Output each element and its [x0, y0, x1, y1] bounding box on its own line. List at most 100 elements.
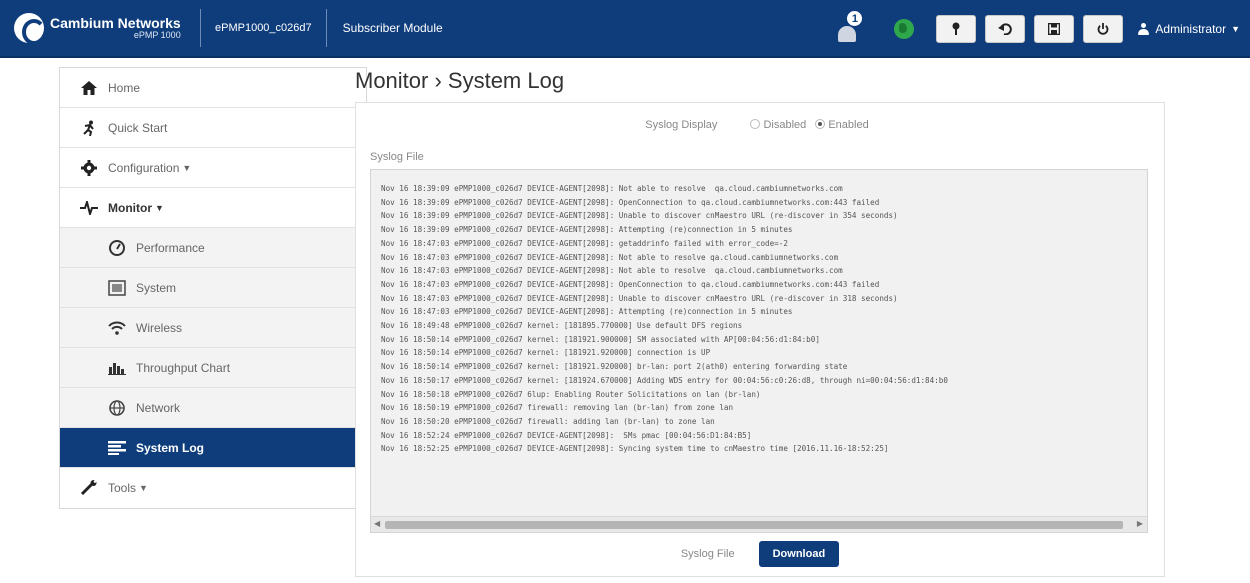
sidebar-item-home[interactable]: Home — [60, 68, 366, 108]
syslog-line: Nov 16 18:52:24 ePMP1000_c026d7 DEVICE-A… — [381, 430, 752, 440]
pulse-icon — [80, 199, 98, 217]
download-label: Syslog File — [680, 548, 735, 560]
network-icon — [108, 399, 126, 417]
chevron-down-icon: ▼ — [139, 483, 148, 493]
sidebar: Home Quick Start Configuration ▼ Monitor ▼… — [59, 67, 367, 509]
sidebar-item-monitor[interactable]: Monitor ▼ — [60, 188, 366, 228]
scroll-right-icon[interactable]: ▶ — [1137, 519, 1143, 528]
syslog-lines: Nov 16 18:39:09 ePMP1000_c026d7 DEVICE-A… — [381, 182, 948, 456]
radio-disabled-label[interactable]: Disabled — [763, 119, 806, 131]
alert-count-badge: 1 — [846, 10, 864, 27]
syslog-textarea[interactable]: Nov 16 18:39:09 ePMP1000_c026d7 DEVICE-A… — [370, 169, 1148, 533]
radio-disabled[interactable] — [750, 119, 761, 129]
bar-chart-icon — [108, 359, 126, 377]
sidebar-item-label: Monitor — [108, 200, 152, 215]
scrollbar-thumb[interactable] — [385, 521, 1123, 529]
syslog-line: Nov 16 18:50:14 ePMP1000_c026d7 kernel: … — [381, 334, 820, 344]
sidebar-item-performance[interactable]: Performance — [60, 228, 366, 268]
syslog-panel: Syslog Display Disabled Enabled Syslog F… — [355, 102, 1165, 577]
top-bar: Cambium Networks ePMP 1000 ePMP1000_c026… — [0, 0, 1250, 58]
syslog-line: Nov 16 18:52:25 ePMP1000_c026d7 DEVICE-A… — [381, 444, 889, 454]
syslog-line: Nov 16 18:47:03 ePMP1000_c026d7 DEVICE-A… — [381, 293, 898, 303]
syslog-line: Nov 16 18:39:09 ePMP1000_c026d7 DEVICE-A… — [381, 197, 880, 207]
wrench-icon — [80, 479, 98, 497]
chevron-down-icon: ▼ — [155, 202, 164, 213]
syslog-line: Nov 16 18:39:09 ePMP1000_c026d7 DEVICE-A… — [381, 225, 793, 235]
sidebar-item-system[interactable]: System — [60, 268, 366, 308]
chevron-down-icon: ▼ — [1231, 24, 1240, 34]
user-icon — [1138, 23, 1150, 35]
syslog-line: Nov 16 18:50:20 ePMP1000_c026d7 firewall… — [381, 416, 715, 426]
brand-name: Cambium Networks — [50, 14, 181, 31]
gear-icon — [80, 159, 98, 177]
syslog-line: Nov 16 18:39:09 ePMP1000_c026d7 DEVICE-A… — [381, 211, 898, 221]
sidebar-item-wireless[interactable]: Wireless — [60, 308, 366, 348]
radio-enabled-label[interactable]: Enabled — [828, 119, 868, 131]
gauge-icon — [108, 239, 126, 257]
syslog-line: Nov 16 18:50:14 ePMP1000_c026d7 kernel: … — [381, 348, 711, 358]
sidebar-item-network[interactable]: Network — [60, 388, 366, 428]
pin-icon — [952, 22, 960, 35]
horizontal-scrollbar[interactable]: ◀ ▶ — [371, 516, 1147, 532]
sidebar-item-label: Network — [136, 400, 181, 415]
page-title: Monitor › System Log — [355, 68, 565, 93]
sidebar-item-label: Wireless — [136, 320, 183, 335]
syslog-line: Nov 16 18:50:17 ePMP1000_c026d7 kernel: … — [381, 375, 948, 385]
syslog-line: Nov 16 18:50:14 ePMP1000_c026d7 kernel: … — [381, 362, 848, 372]
sidebar-item-label: Configuration — [108, 160, 180, 175]
save-button[interactable] — [1034, 15, 1075, 43]
sidebar-item-label: System Log — [136, 440, 205, 455]
device-name: ePMP1000_c026d7 — [215, 22, 312, 34]
syslog-line: Nov 16 18:47:03 ePMP1000_c026d7 DEVICE-A… — [381, 307, 793, 317]
download-row: Syslog File Download — [356, 541, 1164, 567]
undo-icon — [998, 23, 1013, 35]
syslog-line: Nov 16 18:49:48 ePMP1000_c026d7 kernel: … — [381, 321, 743, 331]
power-icon — [1098, 23, 1109, 35]
sidebar-item-label: Home — [108, 80, 141, 95]
syslog-line: Nov 16 18:39:09 ePMP1000_c026d7 DEVICE-A… — [381, 184, 843, 193]
scroll-left-icon[interactable]: ◀ — [374, 519, 380, 528]
syslog-display-row: Syslog Display Disabled Enabled — [356, 119, 1164, 131]
chevron-down-icon: ▼ — [182, 162, 192, 173]
syslog-line: Nov 16 18:47:03 ePMP1000_c026d7 DEVICE-A… — [381, 252, 839, 262]
model-name: ePMP 1000 — [133, 29, 181, 40]
list-icon — [108, 439, 126, 457]
device-mode: Subscriber Module — [342, 21, 443, 35]
save-icon — [1048, 23, 1061, 35]
syslog-line: Nov 16 18:50:18 ePMP1000_c026d7 6lup: En… — [381, 389, 761, 399]
download-button[interactable]: Download — [758, 541, 840, 567]
sidebar-item-label: Tools — [108, 481, 137, 495]
sidebar-item-throughput-chart[interactable]: Throughput Chart — [60, 348, 366, 388]
logo[interactable]: Cambium Networks ePMP 1000 — [0, 0, 200, 56]
user-name: Administrator — [1155, 22, 1227, 36]
radio-enabled[interactable] — [815, 119, 826, 129]
pin-button[interactable] — [936, 15, 977, 43]
sidebar-item-configuration[interactable]: Configuration ▼ — [60, 148, 366, 188]
syslog-line: Nov 16 18:47:03 ePMP1000_c026d7 DEVICE-A… — [381, 266, 843, 276]
sidebar-item-label: Throughput Chart — [136, 360, 231, 375]
syslog-file-label: Syslog File — [370, 151, 424, 163]
syslog-line: Nov 16 18:47:03 ePMP1000_c026d7 DEVICE-A… — [381, 279, 880, 289]
logo-text: Cambium Networks ePMP 1000 — [50, 16, 181, 40]
cambium-logo-icon — [14, 13, 46, 45]
header-tools: 1 Administrator ▼ — [838, 0, 1240, 58]
user-menu[interactable]: Administrator ▼ — [1138, 22, 1240, 36]
syslog-line: Nov 16 18:47:03 ePMP1000_c026d7 DEVICE-A… — [381, 238, 788, 248]
sidebar-item-label: Performance — [136, 240, 205, 255]
running-icon — [80, 119, 98, 137]
sidebar-item-quick-start[interactable]: Quick Start — [60, 108, 366, 148]
sidebar-item-tools[interactable]: Tools ▼ — [60, 468, 366, 508]
syslog-display-label: Syslog Display — [645, 119, 718, 131]
reboot-button[interactable] — [1083, 15, 1124, 43]
home-icon — [80, 79, 98, 97]
sidebar-item-label: System — [136, 280, 177, 295]
system-icon — [108, 279, 126, 297]
syslog-line: Nov 16 18:50:19 ePMP1000_c026d7 firewall… — [381, 403, 734, 413]
bell-icon — [838, 26, 857, 42]
wifi-icon — [108, 319, 126, 337]
alert-button[interactable]: 1 — [838, 10, 864, 42]
globe-icon[interactable] — [894, 19, 915, 39]
sidebar-item-system-log[interactable]: System Log — [60, 428, 366, 468]
undo-button[interactable] — [985, 15, 1026, 43]
sidebar-item-label: Quick Start — [108, 120, 168, 135]
